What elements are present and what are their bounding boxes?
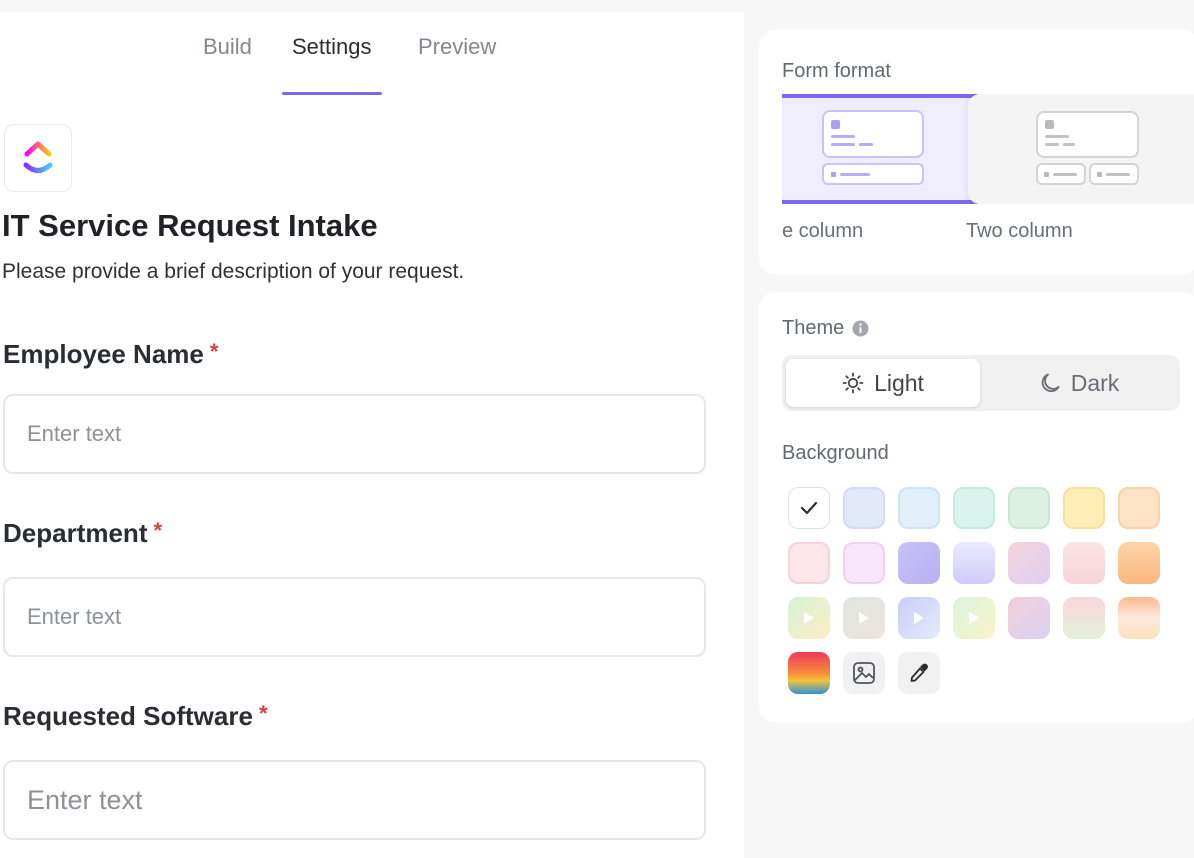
form-format-card: Form format e column Two column — [759, 30, 1194, 274]
required-marker: * — [258, 701, 268, 726]
background-swatch-orange-gradient[interactable] — [1118, 542, 1160, 584]
background-swatch-violet-gradient[interactable] — [953, 542, 995, 584]
form-title[interactable]: IT Service Request Intake — [2, 208, 378, 244]
tab-preview[interactable]: Preview — [418, 34, 496, 96]
format-options — [782, 94, 1194, 204]
theme-label: Theme — [782, 317, 845, 339]
eyedropper-icon — [910, 663, 928, 682]
background-swatch-dusk-gradient[interactable] — [1008, 597, 1050, 639]
background-swatch-blush-gradient[interactable] — [1063, 542, 1105, 584]
theme-label-row: Theme — [782, 317, 869, 340]
background-swatch-lilac[interactable] — [843, 542, 885, 584]
background-swatch-lavender[interactable] — [843, 487, 885, 529]
one-column-layout-icon — [822, 110, 924, 185]
format-one-column-caption: e column — [782, 220, 864, 242]
theme-dark-option[interactable]: Dark — [982, 359, 1176, 407]
tab-bar: Build Settings Preview — [0, 34, 744, 96]
moon-icon — [1041, 373, 1060, 392]
format-one-column-option[interactable] — [782, 94, 978, 204]
play-icon — [969, 612, 979, 624]
field-label-text: Requested Software — [3, 701, 253, 731]
background-swatch-yellow[interactable] — [1063, 487, 1105, 529]
play-icon — [859, 612, 869, 624]
info-icon[interactable] — [852, 320, 869, 337]
form-logo[interactable] — [4, 124, 72, 192]
theme-light-option[interactable]: Light — [786, 359, 980, 407]
play-icon — [804, 612, 814, 624]
background-swatch-mint[interactable] — [953, 487, 995, 529]
requested-software-input[interactable] — [3, 760, 706, 840]
checkmark-icon — [800, 501, 818, 515]
theme-toggle: Light Dark — [782, 355, 1180, 411]
required-marker: * — [209, 339, 219, 364]
background-swatch-animated-lime[interactable] — [788, 597, 830, 639]
sun-icon — [842, 372, 864, 394]
theme-card: Theme Light Dark Background — [759, 292, 1194, 722]
background-swatch-animated-periwinkle[interactable] — [898, 597, 940, 639]
background-swatch-white[interactable] — [788, 487, 830, 529]
field-label-text: Employee Name — [3, 339, 204, 369]
two-column-layout-icon — [1036, 111, 1139, 185]
theme-light-label: Light — [874, 369, 924, 396]
tab-build[interactable]: Build — [203, 34, 252, 96]
background-swatch-sunrise-gradient[interactable] — [1118, 597, 1160, 639]
background-color-picker[interactable] — [898, 652, 940, 694]
background-swatch-peach[interactable] — [1118, 487, 1160, 529]
required-marker: * — [153, 518, 163, 543]
field-label-employee-name: Employee Name * — [3, 339, 218, 370]
background-swatch-pink[interactable] — [788, 542, 830, 584]
background-swatch-rose-gradient[interactable] — [1008, 542, 1050, 584]
background-label: Background — [782, 442, 889, 464]
field-label-text: Department — [3, 518, 148, 548]
background-swatch-green[interactable] — [1008, 487, 1050, 529]
tab-settings[interactable]: Settings — [282, 34, 381, 96]
image-icon — [853, 662, 875, 684]
employee-name-input[interactable] — [3, 394, 706, 474]
background-image-upload[interactable] — [843, 652, 885, 694]
theme-dark-label: Dark — [1070, 369, 1120, 396]
form-editor: Build Settings Preview IT Service Reques… — [0, 12, 744, 858]
background-swatch-violet[interactable] — [898, 542, 940, 584]
department-input[interactable] — [3, 577, 706, 657]
background-swatch-sunset[interactable] — [788, 652, 830, 694]
background-swatch-sky[interactable] — [898, 487, 940, 529]
form-format-label: Form format — [782, 60, 891, 82]
background-swatch-pastel-gradient[interactable] — [1063, 597, 1105, 639]
format-two-column-caption: Two column — [966, 220, 1073, 242]
field-label-department: Department * — [3, 518, 162, 549]
field-label-requested-software: Requested Software * — [3, 701, 268, 732]
background-swatch-animated-sage[interactable] — [843, 597, 885, 639]
play-icon — [914, 612, 924, 624]
background-swatch-animated-spring[interactable] — [953, 597, 995, 639]
format-two-column-option[interactable] — [968, 94, 1194, 204]
clickup-logo-icon — [23, 141, 53, 173]
form-description[interactable]: Please provide a brief description of yo… — [2, 260, 464, 284]
